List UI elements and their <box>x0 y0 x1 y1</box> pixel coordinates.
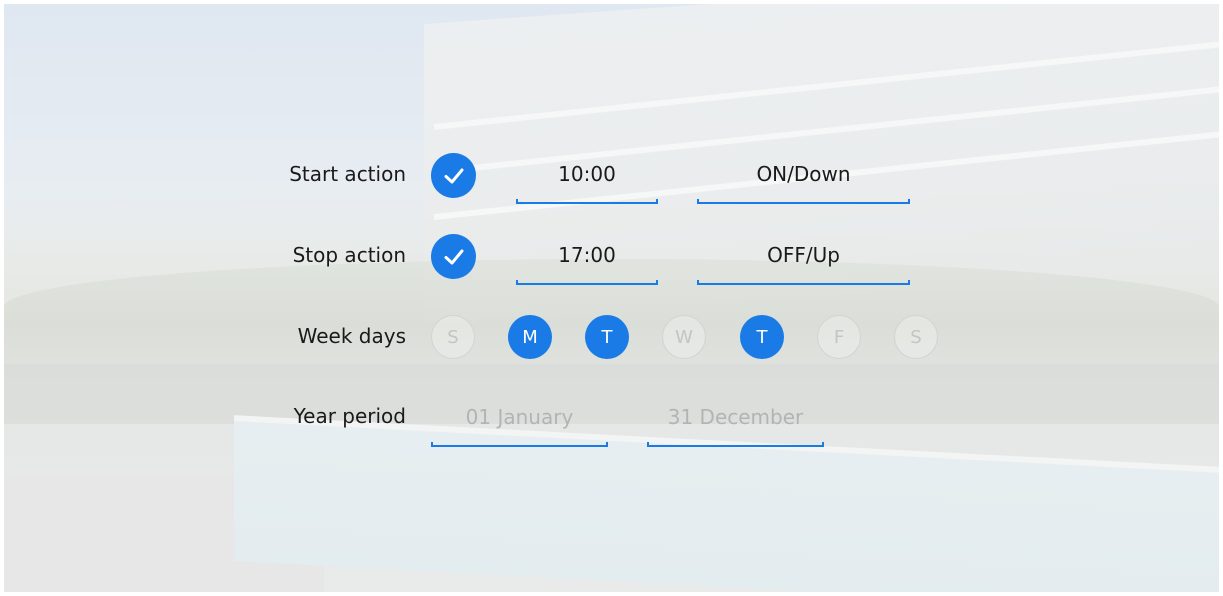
year-period-label: Year period <box>293 404 406 428</box>
stop-time-underline <box>516 280 658 285</box>
day-toggle-sunday[interactable]: S <box>431 315 475 359</box>
start-time-underline <box>516 199 658 204</box>
start-time-value: 10:00 <box>558 162 616 186</box>
start-time-field[interactable]: 10:00 <box>516 160 658 204</box>
week-days-label: Week days <box>297 324 406 348</box>
start-action-checkbox[interactable] <box>431 153 476 198</box>
year-period-start-value: 01 January <box>465 405 574 429</box>
stop-time-value: 17:00 <box>558 243 616 267</box>
start-action-select[interactable]: ON/Down <box>697 160 910 204</box>
year-period-end-value: 31 December <box>667 405 804 429</box>
day-toggle-tuesday[interactable]: T <box>585 315 629 359</box>
day-toggle-thursday[interactable]: T <box>740 315 784 359</box>
year-period-start-field[interactable]: 01 January <box>431 403 608 447</box>
day-toggle-wednesday[interactable]: W <box>662 315 706 359</box>
day-toggle-saturday[interactable]: S <box>894 315 938 359</box>
year-period-end-field[interactable]: 31 December <box>647 403 824 447</box>
start-action-value: ON/Down <box>756 162 851 186</box>
year-period-start-underline <box>431 442 608 447</box>
checkmark-icon <box>444 168 463 183</box>
stop-action-select[interactable]: OFF/Up <box>697 241 910 285</box>
stop-action-label: Stop action <box>292 243 406 267</box>
checkmark-icon <box>444 249 463 264</box>
start-action-underline <box>697 199 910 204</box>
schedule-screen: Start action 10:00 ON/Down Stop action 1… <box>0 0 1223 596</box>
day-toggle-monday[interactable]: M <box>508 315 552 359</box>
start-action-label: Start action <box>289 162 406 186</box>
year-period-end-underline <box>647 442 824 447</box>
stop-action-value: OFF/Up <box>767 243 840 267</box>
stop-action-underline <box>697 280 910 285</box>
stop-action-checkbox[interactable] <box>431 234 476 279</box>
stop-time-field[interactable]: 17:00 <box>516 241 658 285</box>
day-toggle-friday[interactable]: F <box>817 315 861 359</box>
schedule-form: Start action 10:00 ON/Down Stop action 1… <box>0 0 1223 596</box>
